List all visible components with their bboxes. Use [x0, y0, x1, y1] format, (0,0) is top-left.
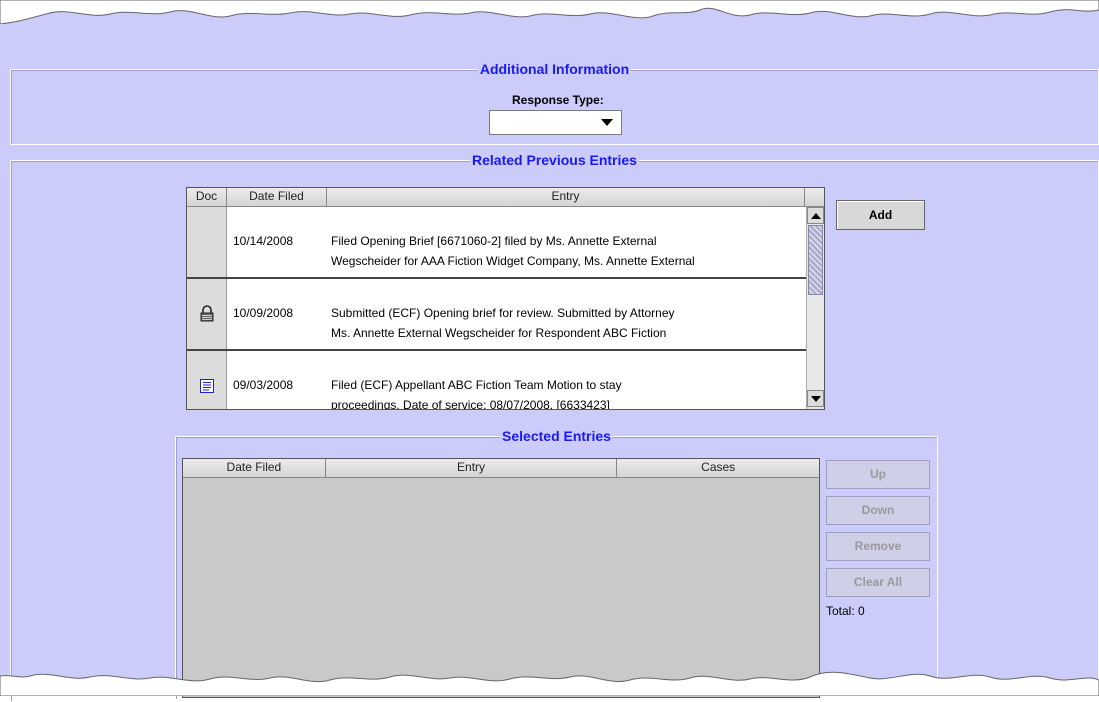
selected-entries-table: Date Filed Entry Cases	[182, 458, 820, 698]
column-header-entry[interactable]: Entry	[325, 459, 618, 477]
down-button[interactable]: Down	[826, 496, 930, 525]
column-header-date-filed[interactable]: Date Filed	[183, 459, 326, 477]
response-type-dropdown[interactable]	[489, 110, 622, 135]
remove-button[interactable]: Remove	[826, 532, 930, 561]
column-header-entry[interactable]: Entry	[327, 188, 805, 206]
related-entries-scrollbar[interactable]	[806, 207, 824, 409]
scroll-up-button[interactable]	[807, 207, 824, 224]
date-filed-cell: 09/03/2008	[233, 378, 294, 392]
form-canvas: Additional Information Response Type: Re…	[0, 0, 1099, 702]
scroll-down-button[interactable]	[807, 390, 824, 407]
entry-cell: Filed Opening Brief [6671060-2] filed by…	[331, 234, 695, 268]
add-button[interactable]: Add	[836, 200, 925, 230]
date-filed-cell: 10/14/2008	[233, 234, 294, 248]
table-row[interactable]: 09/03/2008 Filed (ECF) Appellant ABC Fic…	[187, 351, 806, 410]
torn-edge-top	[0, 0, 1099, 24]
selected-entries-header: Date Filed Entry Cases	[183, 459, 819, 478]
column-header-date-filed[interactable]: Date Filed	[227, 188, 327, 206]
entry-cell: Filed (ECF) Appellant ABC Fiction Team M…	[331, 378, 622, 410]
chevron-down-icon	[601, 119, 613, 126]
column-header-cases[interactable]: Cases	[617, 459, 819, 477]
doc-cell	[187, 207, 227, 277]
column-header-corner	[805, 188, 824, 206]
up-button[interactable]: Up	[826, 460, 930, 489]
related-entries-table: Doc Date Filed Entry 10/14/2008 Filed Op…	[186, 187, 825, 410]
table-row[interactable]: 10/09/2008 Submitted (ECF) Opening brief…	[187, 279, 806, 351]
total-count: Total: 0	[826, 604, 865, 618]
response-type-label: Response Type:	[512, 93, 604, 107]
entry-cell: Submitted (ECF) Opening brief for review…	[331, 306, 675, 340]
related-entries-header: Doc Date Filed Entry	[187, 188, 824, 207]
clear-all-button[interactable]: Clear All	[826, 568, 930, 597]
table-row[interactable]: 10/14/2008 Filed Opening Brief [6671060-…	[187, 207, 806, 279]
document-icon[interactable]	[198, 377, 216, 395]
additional-information-title: Additional Information	[477, 61, 632, 77]
scroll-thumb[interactable]	[808, 225, 823, 295]
doc-cell[interactable]	[187, 279, 227, 349]
torn-edge-bottom	[0, 671, 1099, 696]
selected-entries-title: Selected Entries	[500, 428, 613, 444]
doc-cell[interactable]	[187, 351, 227, 409]
related-previous-entries-title: Related Previous Entries	[470, 152, 639, 168]
lock-icon[interactable]	[198, 305, 216, 323]
date-filed-cell: 10/09/2008	[233, 306, 294, 320]
column-header-doc[interactable]: Doc	[187, 188, 227, 206]
